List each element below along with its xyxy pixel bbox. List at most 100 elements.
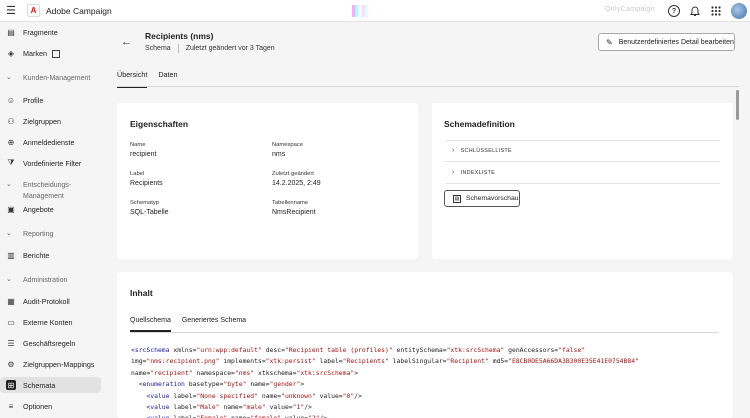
help-icon[interactable]: ? [668,5,680,17]
tab-source-schema[interactable]: Quellschema [130,317,171,332]
modified-label: Zuletzt geändert [272,171,314,177]
tablename-label: Tabellenname [272,200,309,206]
sidebar-item-label: Externe Konten [23,317,73,327]
preview-icon: ▤ [453,194,461,203]
user-avatar[interactable] [731,3,747,19]
edit-button-label: Benutzerdefiniertes Detail bearbeiten [618,38,734,46]
section-reporting[interactable]: ⌄ Reporting [0,229,101,240]
section-label: Entscheidungs- Management [23,180,71,202]
vertical-scrollbar[interactable] [736,90,739,120]
sidebar-item-label: Marken [23,48,47,58]
namespace-label: Namespace [272,142,303,148]
properties-title: Eigenschaften [130,119,189,129]
brands-icon: ◈ [7,48,15,58]
pencil-icon: ✎ [606,37,613,47]
apps-grid-icon-svg [711,6,721,16]
subscription-icon: ⊕ [7,137,15,147]
business-rules-icon: ☰ [7,338,15,348]
code-line: name="recipient" namespace="nms" xtksche… [131,368,359,377]
tabs-divider [117,86,739,87]
content-title: Inhalt [130,288,153,298]
adobe-logo-icon: A [30,6,37,15]
tablename-value: NmsRecipient [272,209,316,216]
sidebar-item-berichte[interactable]: ▥ Berichte [0,247,101,263]
label-label: Label [130,171,145,177]
audience-mappings-icon: ⚙ [7,359,15,369]
top-icons: ? [668,0,722,22]
section-label: Kunden-Management [23,75,91,82]
schematype-value: SQL-Tabelle [130,209,169,216]
page-subtitle: Schema Zuletzt geändert vor 3 Tagen [145,44,275,53]
chevron-down-icon: ⌄ [6,276,12,283]
sidebar-item-optionen[interactable]: ≡ Optionen [0,398,101,414]
last-modified: Zuletzt geändert vor 3 Tagen [185,45,275,52]
name-value: recipient [130,151,157,158]
sidebar-item-label: Optionen [23,401,53,411]
label-value: Recipients [130,180,163,187]
code-line: <enumeration basetype="byte" name="gende… [138,380,305,389]
options-icon: ≡ [8,401,14,411]
sidebar-item-schemata[interactable]: ⊞ Schemata [0,377,101,393]
object-type: Schema [145,45,171,52]
offers-icon: ▣ [7,204,15,214]
tab-generated-schema[interactable]: Generiertes Schema [182,317,246,332]
section-kunden-management[interactable]: ⌄ Kunden-Management [0,73,101,84]
schemas-icon: ⊞ [6,380,16,390]
sidebar-item-zielgruppen-mappings[interactable]: ⚙ Zielgruppen-Mappings [0,356,101,372]
modified-value: 14.2.2025, 2:49 [272,180,321,187]
sidebar-item-label: Vordefinierte Filter [23,158,82,168]
schema-definition-title: Schemadefinition [444,119,515,129]
sidebar-item-externe-konten[interactable]: ▭ Externe Konten [0,314,101,330]
render-artifact [352,5,368,17]
fragments-icon: ▤ [7,27,15,37]
key-list-accordion[interactable]: › SCHLÜSSELLISTE [445,140,720,162]
section-label: Reporting [23,231,54,238]
section-label-line-2: Management [23,193,64,200]
bell-icon-svg [690,5,700,16]
hamburger-menu-icon[interactable]: ☰ [0,0,22,22]
schema-preview-button[interactable]: ▤ Schemavorschau [444,190,520,207]
back-arrow-icon[interactable]: ← [121,36,132,48]
chevron-down-icon: ⌄ [6,181,12,188]
sidebar-item-label: Geschäftsregeln [23,338,76,348]
chevron-right-icon: › [452,147,455,154]
code-line: <srcSchema xmlns="urn:wpp:default" desc=… [131,346,586,354]
sidebar-item-anmeldedienste[interactable]: ⊕ Anmeldedienste [0,134,101,150]
content-tabs: Quellschema Generiertes Schema [130,317,257,332]
namespace-value: nms [272,151,286,158]
sidebar-item-vordefinierte-filter[interactable]: ⧩ Vordefinierte Filter [0,155,101,171]
sidebar-item-fragmente[interactable]: ▤ Fragmente [0,24,101,40]
page-title: Recipients (nms) [145,31,214,41]
sidebar-item-angebote[interactable]: ▣ Angebote [0,201,101,217]
accordion-label: INDEXLISTE [460,169,496,176]
external-accounts-icon: ▭ [7,317,15,327]
code-viewer[interactable]: <srcSchema xmlns="urn:wpp:default" desc=… [131,345,721,418]
divider [177,44,179,53]
audit-icon: ▦ [7,296,15,306]
sidebar-item-audit-protokoll[interactable]: ▦ Audit-Protokoll [0,293,101,309]
sidebar-item-label: Zielgruppen [23,116,61,126]
sidebar-item-label: Zielgruppen-Mappings [23,359,95,369]
apps-grid-icon[interactable] [710,5,722,17]
edit-custom-detail-button[interactable]: ✎ Benutzerdefiniertes Detail bearbeiten [598,33,735,51]
section-label: Administration [23,277,68,284]
index-list-accordion[interactable]: › INDEXLISTE [445,162,720,184]
sidebar-item-marken[interactable]: ◈ Marken [0,45,101,61]
code-line: <value label="Male" name="male" value="1… [146,403,312,412]
reports-icon: ▥ [7,250,15,260]
bell-icon[interactable] [689,5,701,17]
sidebar-item-profile[interactable]: ☺ Profile [0,92,101,108]
chevron-down-icon: ⌄ [6,230,12,237]
sidebar-item-label: Schemata [23,380,56,390]
section-administration[interactable]: ⌄ Administration [0,275,101,286]
sidebar-item-geschaeftsregeln[interactable]: ☰ Geschäftsregeln [0,335,101,351]
name-label: Name [130,142,146,148]
sidebar-item-label: Berichte [23,250,50,260]
sidebar-item-label: Audit-Protokoll [23,296,70,306]
profile-icon: ☺ [6,95,16,105]
sidebar-item-label: Fragmente [23,27,58,37]
filter-icon: ⧩ [7,158,15,167]
sidebar-item-zielgruppen[interactable]: ⚇ Zielgruppen [0,113,101,129]
section-entscheidungs-management[interactable]: ⌄ Entscheidungs- Management [0,180,101,202]
org-switcher[interactable]: OnlyCampaign [605,6,655,13]
